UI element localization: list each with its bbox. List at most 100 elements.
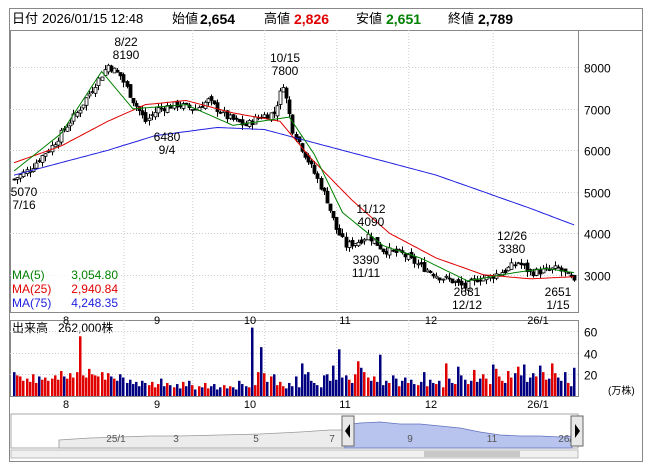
candle-down bbox=[431, 273, 436, 277]
navigator-left-handle[interactable] bbox=[341, 415, 355, 447]
volume-bar bbox=[198, 386, 201, 396]
candle-up bbox=[112, 67, 117, 74]
volume-bar bbox=[188, 380, 191, 396]
volume-bar bbox=[104, 379, 107, 396]
candle-down bbox=[572, 274, 577, 281]
volume-bar bbox=[341, 377, 344, 396]
candle-up bbox=[506, 266, 511, 272]
volume-month-label: 10 bbox=[244, 399, 256, 411]
volume-bar bbox=[79, 336, 82, 396]
volume-bar bbox=[448, 378, 451, 396]
volume-bar bbox=[470, 380, 473, 396]
candle-up bbox=[56, 140, 61, 146]
volume-bar bbox=[420, 381, 423, 396]
month-label: 26/1 bbox=[527, 315, 548, 327]
volume-bar bbox=[257, 372, 260, 396]
volume-bar bbox=[63, 376, 66, 396]
volume-bar bbox=[88, 368, 91, 396]
volume-bar bbox=[539, 365, 542, 396]
volume-bar bbox=[47, 380, 50, 396]
annotation-low-price: 2631 bbox=[454, 285, 481, 299]
annotation-low-price: 6480 bbox=[154, 130, 181, 144]
volume-bar bbox=[94, 375, 97, 396]
candle-down bbox=[115, 69, 120, 73]
volume-bar bbox=[97, 376, 100, 396]
candle-down bbox=[237, 118, 242, 123]
candle-down bbox=[234, 117, 239, 120]
navigator-label: 5 bbox=[253, 434, 259, 445]
candle-up bbox=[18, 174, 23, 179]
candle-up bbox=[90, 91, 95, 93]
annotation-high-price: 8190 bbox=[113, 48, 140, 62]
candle-up bbox=[84, 97, 89, 106]
volume-bar bbox=[404, 377, 407, 396]
volume-bar bbox=[514, 373, 517, 396]
candle-up bbox=[87, 93, 92, 97]
candle-down bbox=[325, 190, 330, 204]
volume-bar bbox=[395, 378, 398, 396]
candle-down bbox=[519, 262, 524, 266]
volume-bar bbox=[29, 381, 32, 396]
candle-down bbox=[344, 236, 349, 248]
candle-down bbox=[412, 256, 417, 264]
candle-down bbox=[437, 277, 442, 281]
annotation-low-date: 1/15 bbox=[546, 298, 570, 312]
volume-bar bbox=[310, 380, 313, 396]
volume-month-label: 11 bbox=[339, 399, 350, 411]
volume-bar bbox=[520, 375, 523, 396]
volume-bar bbox=[298, 387, 301, 396]
volume-bar bbox=[235, 389, 238, 396]
volume-bar bbox=[54, 375, 57, 396]
volume-bar bbox=[504, 382, 507, 396]
volume-bar bbox=[157, 384, 160, 396]
candle-up bbox=[406, 254, 411, 260]
volume-bar bbox=[232, 387, 235, 396]
candle-down bbox=[378, 244, 383, 250]
volume-bar bbox=[285, 388, 288, 396]
volume-bar bbox=[122, 377, 125, 396]
candle-up bbox=[453, 281, 458, 283]
candle-up bbox=[553, 265, 558, 269]
candle-down bbox=[322, 187, 327, 192]
volume-bar bbox=[357, 361, 360, 396]
volume-bar bbox=[410, 379, 413, 396]
volume-bar bbox=[210, 386, 213, 396]
price-tick-label: 7000 bbox=[584, 104, 611, 118]
candle-down bbox=[350, 239, 355, 247]
volume-bar bbox=[526, 381, 529, 396]
candle-down bbox=[272, 111, 277, 114]
month-label: 11 bbox=[339, 315, 350, 327]
candle-down bbox=[315, 173, 320, 179]
volume-bar bbox=[485, 378, 488, 396]
candle-up bbox=[353, 243, 358, 246]
candle-down bbox=[131, 98, 136, 104]
candle-down bbox=[287, 99, 292, 115]
volume-bar bbox=[510, 377, 513, 396]
volume-bar bbox=[141, 380, 144, 396]
volume-bar bbox=[19, 376, 22, 396]
candle-up bbox=[34, 162, 39, 169]
volume-bar bbox=[57, 379, 60, 396]
volume-bar bbox=[388, 382, 391, 396]
volume-bar bbox=[460, 375, 463, 396]
navigator-scrollbar-thumb[interactable] bbox=[424, 451, 520, 457]
volume-bar bbox=[473, 369, 476, 396]
candle-down bbox=[319, 178, 324, 190]
candle-up bbox=[156, 107, 161, 114]
volume-bar bbox=[135, 381, 138, 396]
navigator-right-handle[interactable] bbox=[570, 415, 584, 447]
candle-down bbox=[309, 160, 314, 165]
candle-down bbox=[159, 107, 164, 110]
candle-up bbox=[106, 64, 111, 73]
volume-bar bbox=[148, 385, 151, 396]
volume-bar bbox=[401, 380, 404, 396]
candle-up bbox=[516, 262, 521, 265]
volume-bar bbox=[173, 387, 176, 396]
candle-up bbox=[147, 117, 152, 121]
volume-bar bbox=[254, 385, 257, 396]
volume-bar bbox=[126, 382, 129, 396]
candle-up bbox=[356, 241, 361, 247]
volume-bar bbox=[367, 377, 370, 396]
volume-bar bbox=[282, 386, 285, 396]
candle-up bbox=[281, 87, 286, 93]
